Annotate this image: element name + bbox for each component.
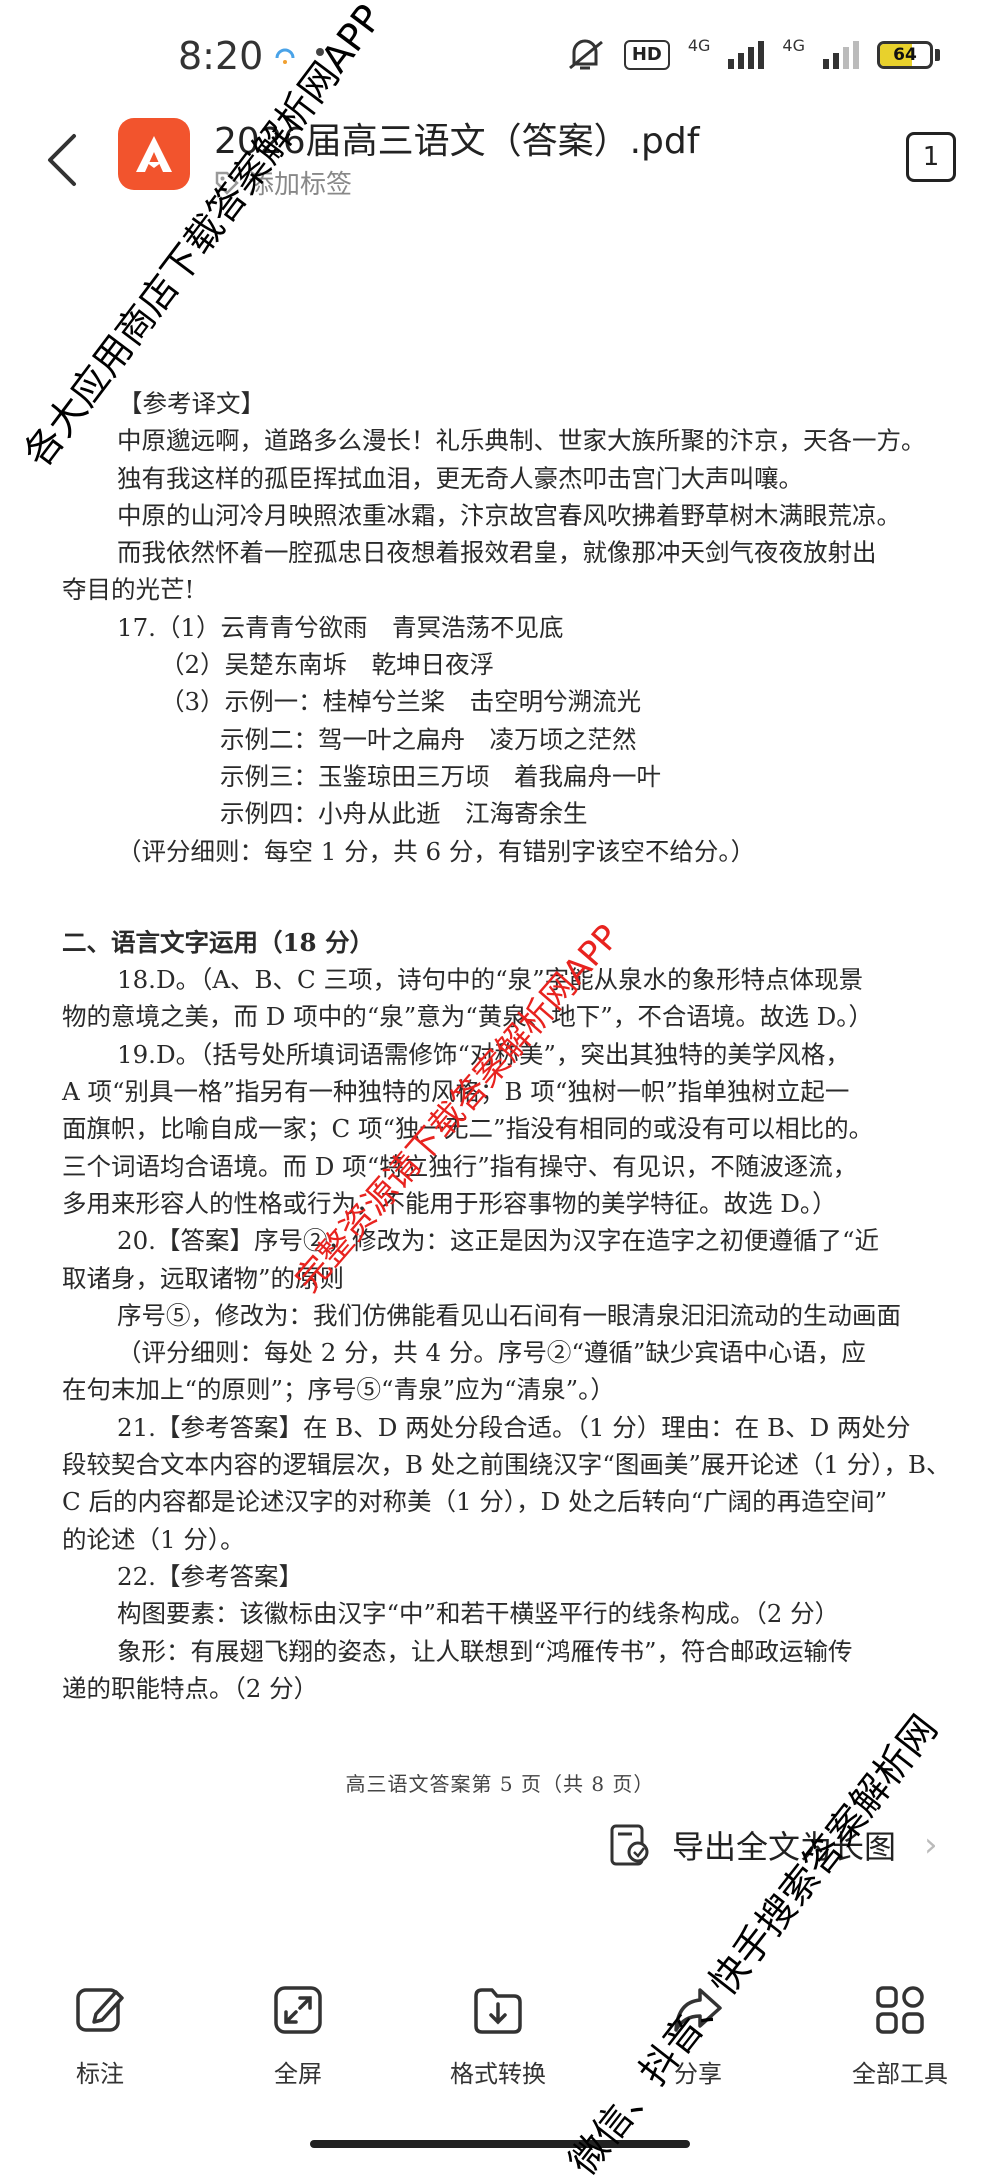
translation-line: 而我依然怀着一腔孤忠日夜想着报效君皇，就像那冲天剑气夜夜放射出 (117, 538, 877, 568)
toolbar-format-convert-button[interactable]: 格式转换 (428, 1982, 568, 2089)
q17-line: 示例二：驾一叶之扁舟 凌万顷之茫然 (220, 724, 637, 754)
q20-line: 在句末加上“的原则”；序号⑤“青泉”应为“清泉”。） (62, 1375, 615, 1405)
fullscreen-icon (274, 1986, 322, 2034)
signal-icon-2 (823, 41, 859, 69)
toolbar-fullscreen-button[interactable]: 全屏 (228, 1982, 368, 2089)
home-indicator (310, 2140, 690, 2148)
translation-line: 中原邈远啊，道路多么漫长！礼乐典制、世家大族所聚的汴京，天各一方。 (117, 426, 926, 456)
q19-line: 三个词语均合语境。而 D 项“特立独行”指有操守、有见识，不随波逐流， (62, 1151, 858, 1181)
export-image-icon (610, 1824, 649, 1866)
q22-line: 递的职能特点。（2 分） (62, 1673, 319, 1703)
q20-line: 取诸身，远取诸物”的原则 (62, 1263, 345, 1293)
mute-icon (568, 39, 603, 70)
bottom-toolbar: 标注 全屏 格式转换 分享 全部工具 (0, 1982, 1000, 2102)
translation-heading: 【参考译文】 (118, 389, 265, 418)
q17-line: （2）吴楚东南坼 乾坤日夜浮 (160, 650, 495, 680)
translation-line: 中原的山河冷月映照浓重冰霜，汴京故宫春风吹拂着野草树木满眼荒凉。 (117, 500, 901, 530)
chevron-right-icon: › (924, 1825, 938, 1865)
annotate-icon (76, 1988, 124, 2032)
q22-line: 构图要素：该徽标由汉字“中”和若干横竖平行的线条构成。（2 分） (117, 1599, 840, 1629)
status-bar: 8:20 HD 4G 4G 64 (0, 0, 1000, 110)
translation-line: 夺目的光芒! (62, 575, 195, 605)
toolbar-label: 全部工具 (852, 2060, 948, 2088)
q20-line: 序号⑤，修改为：我们仿佛能看见山石间有一眼清泉汩汩流动的生动画面 (117, 1300, 901, 1330)
signal-icon (728, 41, 765, 69)
toolbar-label: 全屏 (274, 2060, 322, 2088)
battery-text: 64 (893, 45, 917, 65)
q17-line: 示例三：玉鉴琼田三万顷 着我扁舟一叶 (220, 761, 661, 791)
network-type-2: 4G (782, 35, 805, 55)
hd-badge: HD (623, 40, 670, 70)
export-long-image-link[interactable]: 导出全文为长图 › (608, 1822, 938, 1868)
battery-icon: 64 (877, 41, 940, 69)
q21-line: C 后的内容都是论述汉字的对称美（1 分），D 处之后转向“广阔的再造空间” (62, 1487, 888, 1517)
q19-line: 多用来形容人的性格或行为，不能用于形容事物的美学特征。故选 D。） (62, 1188, 837, 1218)
document-header: 2026届高三语文（答案）.pdf 添加标签 1 (0, 110, 1000, 210)
status-time: 8:20 (178, 34, 264, 78)
q20-line: 20.【答案】序号②，修改为：这正是因为汉字在造字之初便遵循了“近 (117, 1226, 879, 1256)
network-type-1: 4G (687, 35, 711, 55)
translation-line: 独有我这样的孤臣挥拭血泪，更无奇人豪杰叩击宫门大声叫嚷。 (117, 463, 803, 493)
toolbar-label: 标注 (76, 2060, 124, 2088)
q19-line: A 项“别具一格”指另有一种独特的风格；B 项“独树一帜”指单独树立起一 (62, 1077, 850, 1107)
q17-line: 17.（1）云青青兮欲雨 青冥浩荡不见底 (117, 612, 564, 642)
q17-scoring: （评分细则：每空 1 分，共 6 分，有错别字该空不给分。） (117, 836, 756, 866)
q17-line: 示例四：小舟从此逝 江海寄余生 (220, 799, 588, 829)
q22-line: 22.【参考答案】 (117, 1561, 303, 1591)
all-tools-icon (876, 1986, 924, 2034)
app-logo-icon (118, 118, 190, 190)
page-count-button[interactable]: 1 (906, 132, 956, 182)
q20-line: （评分细则：每处 2 分，共 4 分。序号②“遵循”缺少宾语中心语，应 (117, 1338, 866, 1368)
back-arrow-icon[interactable] (40, 130, 84, 190)
q22-line: 象形：有展翅飞翔的姿态，让人联想到“鸿雁传书”，符合邮政运输传 (117, 1636, 853, 1666)
q21-line: 21.【参考答案】在 B、D 两处分段合适。（1 分）理由：在 B、D 两处分 (117, 1412, 911, 1442)
q21-line: 的论述（1 分）。 (62, 1524, 245, 1554)
section2-heading: 二、语言文字运用（18 分） (62, 927, 375, 957)
toolbar-annotate-button[interactable]: 标注 (30, 1982, 170, 2089)
toolbar-label: 格式转换 (450, 2060, 546, 2088)
format-convert-icon (474, 1988, 522, 2034)
q19-line: 面旗帜，比喻自成一家；C 项“独一无二”指没有相同的或没有可以相比的。 (62, 1114, 874, 1144)
q17-line: （3）示例一：桂棹兮兰桨 击空明兮溯流光 (160, 687, 642, 717)
status-indicators: HD 4G 4G 64 (566, 35, 940, 72)
q21-line: 段较契合文本内容的逻辑层次，B 处之前围绕汉字“图画美”展开论述（1 分），B、 (62, 1450, 951, 1480)
toolbar-all-tools-button[interactable]: 全部工具 (830, 1982, 970, 2089)
